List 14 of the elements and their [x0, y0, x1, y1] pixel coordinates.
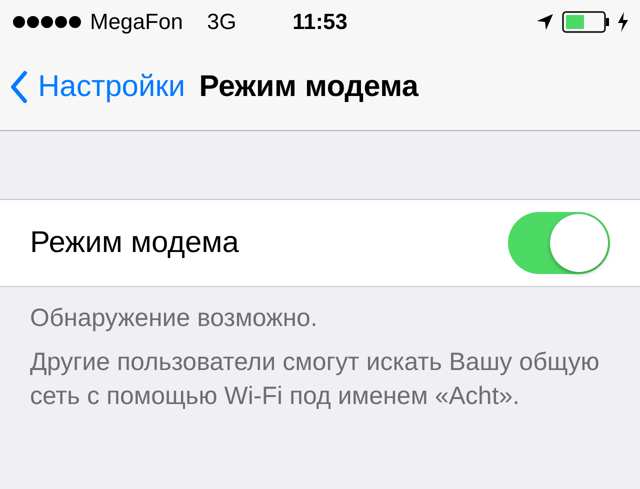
footer-text: Другие пользователи смогут искать Вашу общую сеть с помощью Wi-Fi под именем «Acht».	[30, 347, 600, 412]
back-chevron-icon	[10, 71, 28, 103]
back-button[interactable]: Настройки	[10, 70, 186, 104]
network-type: 3G	[206, 9, 236, 35]
toggle-switch[interactable]	[508, 212, 610, 274]
setting-label: Режим модема	[30, 226, 240, 260]
page-title: Режим модема	[199, 70, 418, 104]
clock-time: 11:53	[292, 9, 348, 35]
signal-icon	[12, 15, 82, 29]
battery-icon	[562, 11, 610, 33]
footer-text: Обнаружение возможно.	[30, 303, 318, 334]
charging-icon	[618, 12, 628, 32]
carrier-name: MegaFon	[90, 9, 183, 35]
location-icon	[536, 13, 554, 31]
